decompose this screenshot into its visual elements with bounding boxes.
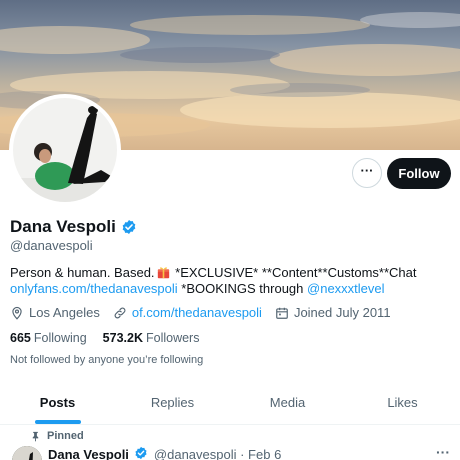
tweet-author-handle-date[interactable]: @danavespoli · Feb 6 bbox=[154, 447, 281, 460]
avatar[interactable] bbox=[9, 94, 121, 206]
location-text: Los Angeles bbox=[29, 305, 100, 320]
tab-media[interactable]: Media bbox=[230, 381, 345, 424]
more-icon: ··· bbox=[360, 162, 374, 178]
link-icon bbox=[114, 307, 126, 318]
website-item[interactable]: of.com/thedanavespoli bbox=[113, 305, 262, 320]
followers-count-link[interactable]: 573.2K Followers bbox=[103, 331, 200, 345]
following-count-link[interactable]: 665 Following bbox=[10, 331, 87, 345]
bio-text: *EXCLUSIVE* **Content**Customs**Chat bbox=[171, 265, 417, 280]
tweet-author-name[interactable]: Dana Vespoli bbox=[48, 447, 129, 460]
bio-link-onlyfans[interactable]: onlyfans.com/thedanavespoli bbox=[10, 281, 178, 296]
more-options-button[interactable]: ··· bbox=[352, 158, 382, 188]
tab-likes[interactable]: Likes bbox=[345, 381, 460, 424]
profile-name: Dana Vespoli bbox=[10, 217, 116, 236]
pinned-indicator: Pinned bbox=[30, 430, 84, 442]
profile-name-row: Dana Vespoli bbox=[10, 217, 137, 237]
pin-icon bbox=[32, 431, 39, 442]
tab-posts[interactable]: Posts bbox=[0, 381, 115, 424]
bio-text: Person & human. Based. bbox=[10, 265, 155, 280]
bio-mention-link[interactable]: @nexxxtlevel bbox=[307, 281, 385, 296]
profile-bio: Person & human. Based. *EXCLUSIVE* **Con… bbox=[10, 265, 450, 297]
bio-text: *BOOKINGS through bbox=[177, 281, 308, 296]
profile-tabs: Posts Replies Media Likes bbox=[0, 381, 460, 425]
tweet-header: Dana Vespoli @danavespoli · Feb 6 bbox=[48, 446, 281, 460]
following-count: 665 bbox=[10, 331, 31, 345]
verified-badge-icon[interactable] bbox=[121, 219, 137, 235]
verified-badge-icon bbox=[134, 446, 150, 460]
location-icon bbox=[12, 306, 22, 320]
mutual-followers-note: Not followed by anyone you’re following bbox=[10, 354, 204, 366]
tweet-more-button[interactable]: ··· bbox=[436, 444, 450, 460]
gift-emoji-icon bbox=[157, 266, 170, 279]
joined-item: Joined July 2011 bbox=[275, 305, 391, 320]
tab-replies[interactable]: Replies bbox=[115, 381, 230, 424]
joined-text: Joined July 2011 bbox=[293, 305, 391, 320]
website-link[interactable]: of.com/thedanavespoli bbox=[132, 305, 262, 320]
location-item: Los Angeles bbox=[10, 305, 100, 320]
followers-count: 573.2K bbox=[102, 331, 143, 345]
tweet-avatar[interactable] bbox=[12, 446, 42, 460]
follow-button[interactable]: Follow bbox=[387, 158, 451, 189]
calendar-icon bbox=[276, 307, 288, 319]
profile-counts: 665 Following 573.2K Followers bbox=[10, 331, 215, 345]
profile-handle: @danavespoli bbox=[10, 238, 93, 253]
pinned-label: Pinned bbox=[47, 430, 84, 442]
profile-meta: Los Angeles of.com/thedanavespoli Joined… bbox=[10, 305, 404, 320]
following-label: Following bbox=[33, 331, 87, 345]
followers-label: Followers bbox=[145, 331, 200, 345]
